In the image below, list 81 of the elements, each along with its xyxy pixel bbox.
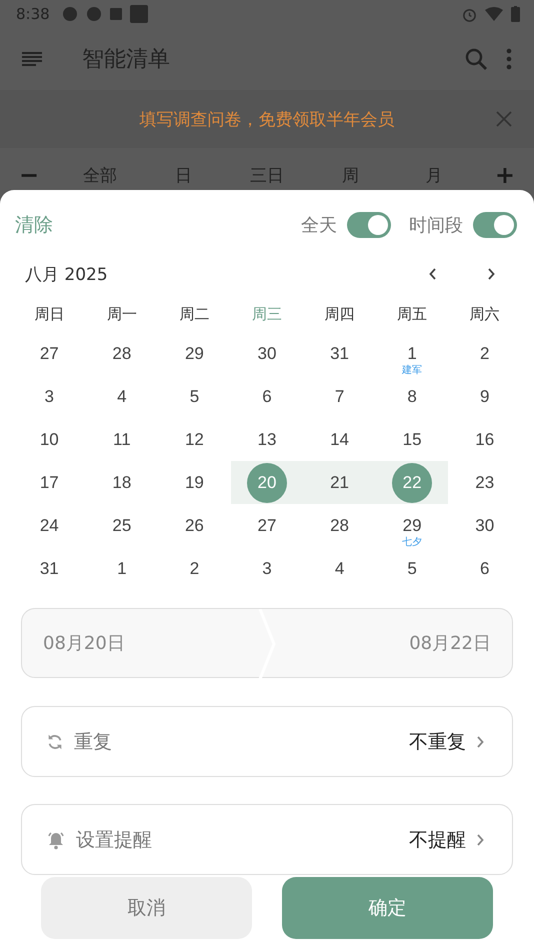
more-icon[interactable] [506, 48, 512, 70]
wifi-icon [485, 7, 503, 21]
battery-icon [511, 6, 520, 22]
toggle-label: 时间段 [409, 214, 463, 237]
calendar-day[interactable]: 5 [174, 376, 214, 416]
toggle-switch[interactable] [347, 212, 391, 238]
weekday-label: 周五 [396, 304, 428, 325]
calendar-day[interactable]: 28 [320, 506, 360, 546]
calendar-day[interactable]: 17 [29, 462, 70, 502]
end-date: 08月22日 [409, 632, 491, 655]
calendar-day[interactable]: 24 [29, 506, 70, 546]
calendar-day[interactable]: 16 [464, 420, 505, 460]
calendar-day[interactable]: 2 [174, 548, 214, 588]
refresh-icon [46, 732, 64, 750]
weekday-label: 周二 [178, 304, 210, 325]
cancel-button[interactable]: 取消 [41, 877, 252, 939]
calendar-day[interactable]: 30 [464, 506, 505, 546]
calendar-day[interactable]: 12 [174, 420, 214, 460]
calendar-day[interactable]: 26 [174, 506, 214, 546]
option-value: 不重复 [409, 730, 466, 754]
calendar-day[interactable]: 19 [174, 462, 214, 502]
previous-month-icon[interactable] [429, 268, 437, 280]
app-title: 智能清单 [82, 46, 170, 74]
calendar-day[interactable]: 31 [320, 334, 360, 374]
toggle-switch[interactable] [473, 212, 517, 238]
calendar-day[interactable]: 23 [464, 462, 505, 502]
option-value: 不提醒 [409, 828, 466, 852]
status-time: 8:38 [16, 5, 50, 23]
calendar-day[interactable]: 9 [464, 376, 505, 416]
calendar-day[interactable]: 25 [102, 506, 142, 546]
calendar-day[interactable]: 11 [102, 420, 142, 460]
calendar-day[interactable]: 4 [320, 548, 360, 588]
calendar-day[interactable]: 18 [102, 462, 142, 502]
bell-icon [46, 830, 66, 850]
weekday-label: 周一 [106, 304, 138, 325]
calendar-day[interactable]: 28 [102, 334, 142, 374]
calendar-day[interactable]: 6 [246, 376, 287, 416]
notification-icon [130, 5, 148, 23]
calendar-day[interactable]: 5 [392, 548, 432, 588]
calendar-day[interactable]: 31 [29, 548, 70, 588]
option-label: 设置提醒 [76, 828, 152, 852]
calendar-day[interactable]: 7 [320, 376, 360, 416]
toggle-label: 全天 [301, 214, 337, 237]
option-label: 重复 [74, 730, 112, 754]
option-row[interactable]: 设置提醒 不提醒 [21, 804, 513, 875]
calendar-day[interactable]: 27 [29, 334, 70, 374]
next-month-icon[interactable] [487, 268, 495, 280]
calendar-day[interactable]: 2 [464, 334, 505, 374]
search-icon[interactable] [464, 47, 488, 71]
calendar-day[interactable]: 3 [246, 548, 287, 588]
calendar-day[interactable]: 21 [320, 462, 360, 502]
weekday-label: 周六 [468, 304, 501, 325]
calendar-day[interactable]: 13 [246, 420, 287, 460]
weekday-label: 周日 [33, 304, 66, 325]
chevron-right-icon [476, 834, 484, 846]
holiday-label: 七夕 [402, 536, 422, 549]
weekday-label: 周四 [324, 304, 356, 325]
calendar-day[interactable]: 29 [174, 334, 214, 374]
weekday-label: 周三 [250, 304, 283, 325]
calendar-day[interactable]: 8 [392, 376, 432, 416]
close-icon[interactable] [496, 111, 512, 127]
calendar-day[interactable]: 4 [102, 376, 142, 416]
calendar-day[interactable]: 6 [464, 548, 505, 588]
notification-icon [62, 6, 78, 22]
calendar-day[interactable]: 14 [320, 420, 360, 460]
calendar-day[interactable]: 3 [29, 376, 70, 416]
calendar-day[interactable]: 1 [102, 548, 142, 588]
holiday-label: 建军 [402, 364, 422, 377]
notification-icon [86, 6, 102, 22]
calendar-day[interactable]: 27 [246, 506, 287, 546]
notification-icon [110, 8, 122, 20]
option-row[interactable]: 重复 不重复 [21, 706, 513, 777]
start-date: 08月20日 [43, 632, 125, 655]
divider-chevron [258, 609, 278, 679]
calendar-day[interactable]: 15 [392, 420, 432, 460]
chevron-right-icon [476, 736, 484, 748]
menu-icon[interactable] [22, 51, 42, 67]
calendar-day[interactable]: 10 [29, 420, 70, 460]
calendar-day[interactable]: 30 [246, 334, 287, 374]
alarm-icon [462, 6, 477, 22]
month-label: 八月 2025 [25, 264, 108, 286]
